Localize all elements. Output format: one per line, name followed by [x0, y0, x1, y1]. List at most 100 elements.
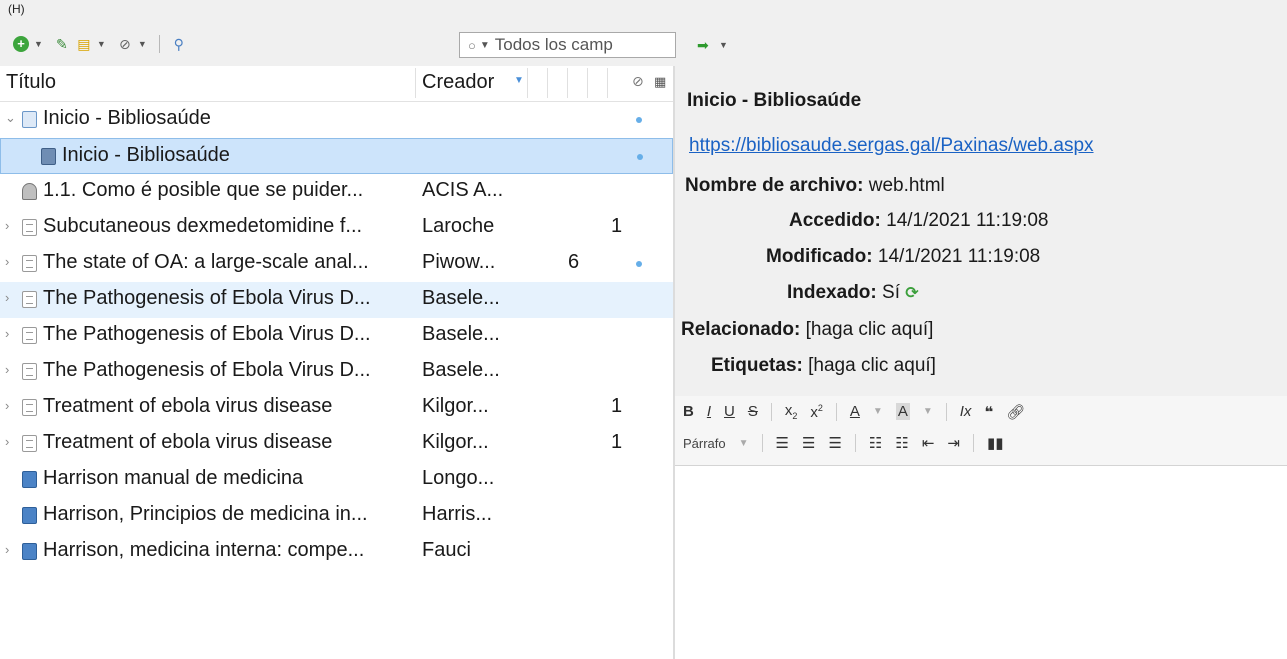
expand-row-icon[interactable]: ›	[5, 218, 17, 233]
column-divider[interactable]	[607, 68, 608, 98]
item-row[interactable]: › The Pathogenesis of Ebola Virus D... Bas…	[0, 282, 673, 318]
note-editor-body[interactable]	[675, 467, 1287, 659]
subscript-icon[interactable]: x2	[785, 402, 798, 421]
indent-icon[interactable]: ⇥	[947, 434, 960, 452]
add-attachment-icon[interactable]: ⊘	[116, 35, 134, 53]
accessed-value: 14/1/2021 11:19:08	[886, 210, 1049, 231]
item-row[interactable]: › Treatment of ebola virus disease Kilgor.…	[0, 390, 673, 426]
link-icon[interactable]: 🔗︎	[1006, 403, 1025, 421]
related-value[interactable]: [haga clic aquí]	[806, 319, 934, 340]
expand-row-icon[interactable]: ›	[5, 254, 17, 269]
item-row[interactable]: Harrison, Principios de medicina in... Ha…	[0, 498, 673, 534]
attachment-url-link[interactable]: https://bibliosaude.sergas.gal/Paxinas/w…	[689, 135, 1094, 157]
paragraph-format-select[interactable]: Párrafo	[683, 436, 726, 451]
column-divider[interactable]	[567, 68, 568, 98]
item-title: The Pathogenesis of Ebola Virus D...	[43, 323, 371, 345]
expand-row-icon[interactable]: ›	[5, 398, 17, 413]
item-creator: Longo...	[422, 467, 495, 489]
item-title: Treatment of ebola virus disease	[43, 431, 333, 453]
item-row[interactable]: Harrison manual de medicina Longo...	[0, 462, 673, 498]
column-divider[interactable]	[415, 68, 416, 98]
column-divider[interactable]	[587, 68, 588, 98]
attachment-title[interactable]: Inicio - Bibliosaúde	[687, 90, 861, 112]
item-row[interactable]: Inicio - Bibliosaúde	[0, 138, 673, 174]
document-icon	[22, 327, 37, 344]
item-row[interactable]: › Harrison, medicina interna: compe... Fau…	[0, 534, 673, 570]
go-to-url-dropdown-icon[interactable]: ▼	[719, 40, 728, 50]
collapse-row-icon[interactable]: ⌄	[5, 110, 17, 126]
new-note-dropdown-icon[interactable]: ▼	[97, 39, 106, 49]
column-picker-icon[interactable]: ▦	[654, 74, 666, 90]
expand-row-icon[interactable]: ›	[5, 326, 17, 341]
new-item-icon[interactable]: +	[12, 35, 30, 53]
item-count: 1	[611, 395, 623, 417]
item-row[interactable]: ⌄ Inicio - Bibliosaúde	[0, 102, 673, 138]
highlight-color-icon[interactable]: A	[895, 403, 910, 420]
new-item-dropdown-icon[interactable]: ▼	[34, 39, 43, 49]
search-mode-text: Todos los camp	[494, 35, 613, 54]
item-creator: Piwow...	[422, 251, 496, 273]
outdent-icon[interactable]: ⇤	[922, 434, 935, 452]
column-title[interactable]: Título	[6, 71, 56, 94]
clear-formatting-icon[interactable]: Ix	[960, 403, 972, 420]
item-title: The Pathogenesis of Ebola Virus D...	[43, 287, 371, 309]
accessed-field: Accedido: 14/1/2021 11:19:08	[789, 210, 1049, 232]
italic-icon[interactable]: I	[707, 403, 711, 420]
column-header: Título Creador ▼ ⊘ ▦	[0, 66, 673, 102]
item-title: The Pathogenesis of Ebola Virus D...	[43, 359, 371, 381]
expand-row-icon[interactable]: ›	[5, 362, 17, 377]
attachment-column-icon[interactable]: ⊘	[632, 73, 644, 90]
item-row[interactable]: › The Pathogenesis of Ebola Virus D... Bas…	[0, 318, 673, 354]
item-title: Treatment of ebola virus disease	[43, 395, 333, 417]
superscript-icon[interactable]: x2	[810, 403, 823, 421]
item-row[interactable]: › The state of OA: a large-scale anal... P…	[0, 246, 673, 282]
column-creator[interactable]: Creador	[422, 71, 494, 94]
item-row[interactable]: 1.1. Como é posible que se puider... ACIS…	[0, 174, 673, 210]
text-color-dropdown-icon[interactable]: ▼	[873, 406, 883, 417]
menu-access-key[interactable]: (H)	[8, 2, 25, 16]
item-row[interactable]: › Subcutaneous dexmedetomidine f... Laroch…	[0, 210, 673, 246]
reindex-icon[interactable]: ⟳	[905, 285, 918, 302]
find-replace-icon[interactable]: ▮▮	[987, 434, 1004, 452]
bullet-list-icon[interactable]: ☷	[869, 434, 882, 452]
go-to-url-icon[interactable]: ➡	[697, 37, 709, 54]
main-toolbar: (H) + ▼ ✎ ▤ ▼ ⊘ ▼ ⚲ ○ ▼ Todos los camp ➡…	[0, 0, 1287, 66]
expand-row-icon[interactable]: ›	[5, 542, 17, 557]
bold-icon[interactable]: B	[683, 403, 694, 420]
item-row[interactable]: › Treatment of ebola virus disease Kilgor.…	[0, 426, 673, 462]
filename-value[interactable]: web.html	[869, 175, 945, 196]
new-note-icon[interactable]: ▤	[75, 35, 93, 53]
modified-value: 14/1/2021 11:19:08	[877, 246, 1041, 267]
attachment-status-dot[interactable]	[636, 261, 642, 267]
add-by-identifier-icon[interactable]: ✎	[53, 35, 71, 53]
highlight-color-dropdown-icon[interactable]: ▼	[923, 406, 933, 417]
column-divider[interactable]	[527, 68, 528, 98]
item-creator: Basele...	[422, 359, 500, 381]
item-count: 6	[568, 251, 580, 273]
expand-row-icon[interactable]: ›	[5, 434, 17, 449]
numbered-list-icon[interactable]: ☷	[895, 434, 908, 452]
item-title: Harrison, Principios de medicina in...	[43, 503, 368, 525]
blockquote-icon[interactable]: ❝	[984, 403, 993, 421]
locate-icon[interactable]: ⚲	[170, 35, 188, 53]
item-title: The state of OA: a large-scale anal...	[43, 251, 369, 273]
add-attachment-dropdown-icon[interactable]: ▼	[138, 39, 147, 49]
book-icon	[22, 507, 37, 524]
align-right-icon[interactable]: ☰	[828, 434, 841, 452]
align-center-icon[interactable]: ☰	[802, 434, 815, 452]
column-divider[interactable]	[547, 68, 548, 98]
align-left-icon[interactable]: ☰	[776, 434, 789, 452]
paragraph-format-dropdown-icon[interactable]: ▼	[739, 438, 749, 449]
search-mode-dropdown-icon[interactable]: ▼	[480, 40, 490, 51]
underline-icon[interactable]: U	[724, 403, 735, 420]
item-row[interactable]: › The Pathogenesis of Ebola Virus D... Bas…	[0, 354, 673, 390]
expand-row-icon[interactable]: ›	[5, 290, 17, 305]
search-input[interactable]: ○ ▼ Todos los camp	[459, 32, 676, 58]
related-field: Relacionado: [haga clic aquí]	[681, 319, 933, 341]
tags-value[interactable]: [haga clic aquí]	[808, 355, 936, 376]
strikethrough-icon[interactable]: S	[748, 403, 758, 420]
attachment-status-dot[interactable]	[636, 117, 642, 123]
item-title: Inicio - Bibliosaúde	[43, 107, 211, 129]
attachment-status-dot[interactable]	[637, 154, 643, 160]
text-color-icon[interactable]: A	[850, 403, 860, 420]
